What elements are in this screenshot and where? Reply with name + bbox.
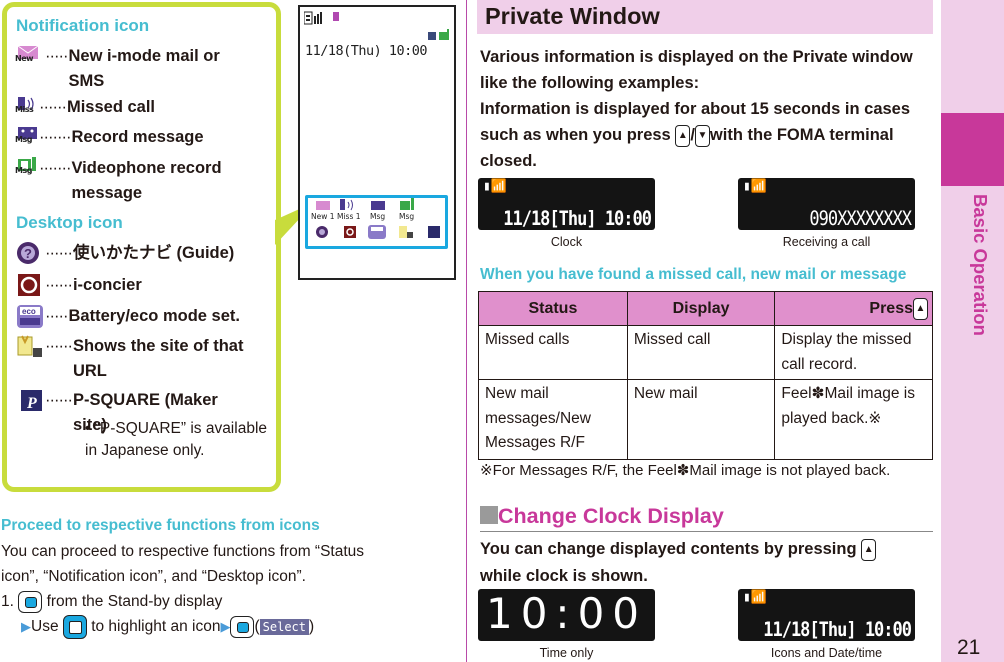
record-message-icon: Msg [15,125,39,151]
phone-date-time: 11/18(Thu) 10:00 [305,43,428,59]
svg-text:?: ? [24,246,32,261]
legend-text: Record message [71,128,204,146]
lcd-caption: Icons and Date/time [770,646,883,660]
square-bullet-icon [480,506,498,524]
legend-text: 使いかたナビ (Guide) [72,244,235,262]
proceed-step-1-sub: ▶Use to highlight an icon▶(Select) [21,614,314,639]
center-key-button[interactable] [230,615,255,638]
page-number: 21 [957,636,981,659]
legend-item-i-concier: ······ i-concier [15,273,251,299]
missed-call-heading: When you have found a missed call, new m… [480,266,907,283]
videophone-record-icon: Msg [15,156,39,182]
legend-item-url-site: ······ Shows the site of that URL [15,334,251,384]
i-concier-icon [15,273,45,299]
battery-signal-icon: ▮📶 [743,179,768,194]
icon-legend-callout: Notification icon New ····· New i-mode m… [2,2,281,492]
up-key-button: ▲ [913,297,928,320]
new-mail-icon: New [15,44,45,70]
guide-icon: ? [15,241,45,267]
proceed-step-1: 1. from the Stand-by display [1,589,222,614]
svg-text:eco: eco [22,307,36,316]
lcd-caption: Clock [550,235,583,249]
arrow-right-icon: ▶ [21,619,31,634]
up-key-button[interactable]: ▲ [861,538,877,561]
status-table: Status Display Press ▲ Missed calls Misse… [478,291,933,460]
lcd-caption: Receiving a call [782,235,871,249]
down-key-button[interactable]: ▼ [694,124,710,147]
status-icons [304,11,339,25]
footnote: ※For Messages R/F, the Feel✽Mail image i… [480,462,891,479]
arrow-right-icon: ▶ [220,619,231,634]
legend-text: Battery/eco mode set. [68,307,240,325]
phone-standby-screen: 11/18(Thu) 10:00 New 1 Miss 1 Msg Msg [298,5,456,280]
svg-text:New 1: New 1 [311,212,335,221]
lcd-clock-example: ▮📶 11/18[Thu] 10:00 [478,178,655,230]
chapter-marker [941,113,1004,186]
table-row: New mail messages/New Messages R/F New m… [478,379,933,460]
desktop-icon-heading: Desktop icon [16,213,123,232]
notification-icon-heading: Notification icon [16,16,150,35]
svg-text:P: P [26,395,37,412]
mini-status-icons [428,29,449,40]
column-divider [466,0,467,662]
private-window-intro: Various information is displayed on the … [480,48,913,170]
legend-text: Videophone record message [71,159,222,202]
legend-item-videophone-record: Msg ······· Videophone record message [15,156,249,206]
missed-call-icon: Miss [15,95,39,121]
legend-text: Missed call [66,98,156,116]
url-site-icon [15,334,45,360]
battery-signal-icon: ▮📶 [483,179,508,194]
svg-text:Msg: Msg [399,212,414,221]
battery-signal-icon: ▮📶 [743,590,768,605]
proceed-text-line2: icon”, “Notification icon”, and “Desktop… [1,568,306,585]
proceed-text-line1: You can proceed to respective functions … [1,543,365,560]
lcd-receiving-call-example: ▮📶 090XXXXXXXX [738,178,915,230]
chapter-side-tab: Basic Operation [941,0,1004,662]
legend-item-guide: ? ······ 使いかたナビ (Guide) [15,241,251,267]
change-clock-heading: Change Clock Display [480,504,933,532]
legend-text: i-concier [72,276,142,294]
proceed-heading: Proceed to respective functions from ico… [1,517,320,534]
phone-icon-row: New 1 Miss 1 Msg Msg [311,198,440,239]
phone-icon-area: New 1 Miss 1 Msg Msg [305,195,448,249]
legend-text: New i-mode mail or SMS [68,47,220,90]
private-window-banner: Private Window [477,0,933,34]
header-press: Press ▲ [774,291,933,326]
legend-item-record-message: Msg ······· Record message [15,125,249,151]
multi-cursor-key-button[interactable] [62,614,87,639]
table-header-row: Status Display Press ▲ [478,291,933,326]
header-display: Display [626,291,776,326]
lcd-time-only-example: 10:00 [478,589,655,641]
p-square-icon: P [15,388,45,414]
legend-item-eco-mode: eco ····· Battery/eco mode set. [15,304,246,330]
header-status: Status [478,291,628,326]
svg-text:Msg: Msg [370,212,385,221]
svg-text:Miss 1: Miss 1 [337,212,361,221]
center-key-button[interactable] [18,590,43,613]
legend-item-new-mail: New ····· New i-mode mail or SMS [15,44,246,94]
change-clock-text: You can change displayed contents by pre… [480,536,930,590]
page-title: Private Window [485,3,660,29]
legend-item-missed-call: Miss ······ Missed call [15,95,245,121]
legend-text: Shows the site of that URL [72,337,244,380]
lcd-icons-datetime-example: ▮📶 11/18[Thu] 10:00 [738,589,915,641]
up-key-button[interactable]: ▲ [675,124,691,147]
lcd-caption: Time only [539,646,594,660]
table-row: Missed calls Missed call Display the mis… [478,325,933,380]
chapter-label: Basic Operation [970,194,991,336]
p-square-note: • “P-SQUARE” is available in Japanese on… [85,420,268,459]
select-softkey[interactable]: Select [259,618,309,635]
eco-mode-icon: eco [15,304,45,330]
